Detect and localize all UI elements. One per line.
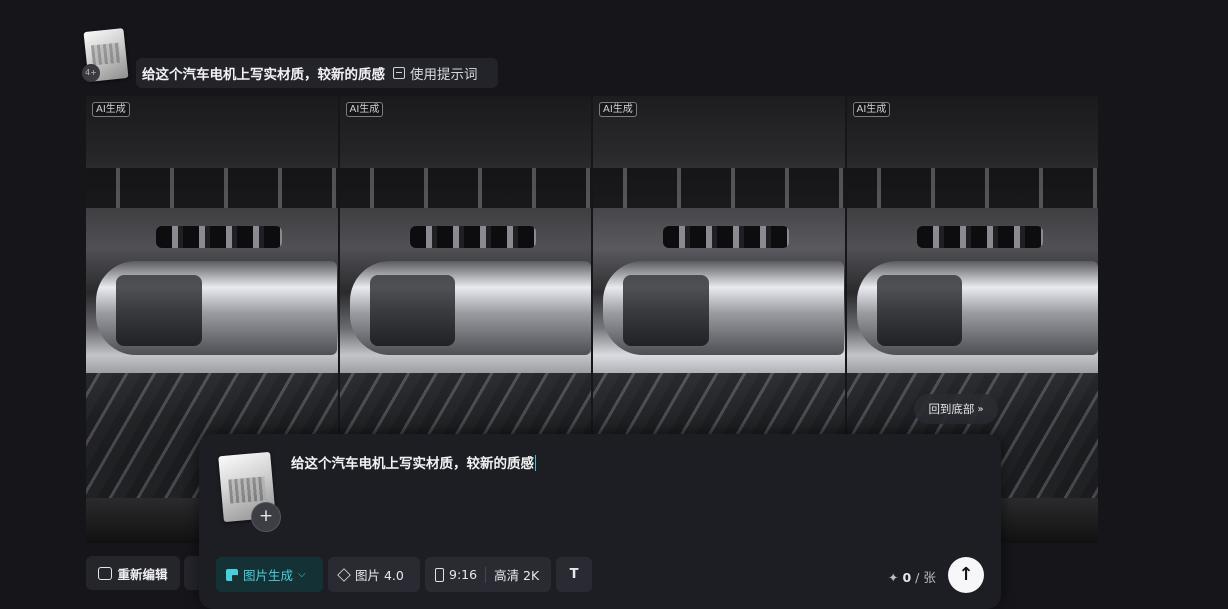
- text-size-icon: T: [569, 567, 579, 582]
- send-button[interactable]: ↑: [948, 557, 984, 593]
- image-gen-icon: [226, 568, 238, 581]
- ai-generated-tag: AI生成: [852, 102, 891, 117]
- ai-generated-tag: AI生成: [599, 102, 637, 117]
- user-reference-avatar: 4+: [82, 28, 130, 84]
- use-prompt-button[interactable]: 使用提示词: [393, 63, 478, 83]
- credits-unit: / 张: [915, 570, 936, 585]
- quality-label: 高清 2K: [494, 568, 540, 583]
- sparkle-icon: ✦: [888, 570, 899, 585]
- avatar-badge: 4+: [82, 64, 100, 82]
- prompt-bubble: 给这个汽车电机上写实材质，较新的质感 使用提示词: [136, 58, 498, 88]
- prompt-input[interactable]: 给这个汽车电机上写实材质，较新的质感: [291, 452, 536, 472]
- mode-label: 图片生成: [243, 568, 294, 583]
- credits-value: 0: [902, 570, 912, 585]
- ratio-quality-button[interactable]: 9:16 高清 2K: [425, 557, 551, 592]
- double-chevron-down-icon: »: [977, 403, 984, 415]
- prompt-icon: [393, 67, 405, 79]
- edit-icon: [98, 566, 113, 580]
- chevron-down-icon: ⌵: [298, 569, 306, 580]
- text-caret: [535, 455, 536, 471]
- portrait-ratio-icon: [435, 567, 444, 582]
- divider: [485, 566, 487, 583]
- model-label: 图片 4.0: [355, 568, 404, 583]
- credits-counter: ✦ 0 / 张: [888, 567, 936, 586]
- prompt-text: 给这个汽车电机上写实材质，较新的质感: [142, 67, 385, 83]
- ratio-label: 9:16: [449, 567, 478, 582]
- add-reference-button[interactable]: +: [251, 502, 281, 532]
- mode-select-image-generation[interactable]: 图片生成 ⌵: [216, 557, 323, 592]
- cube-icon: [337, 567, 351, 582]
- ai-generated-tag: AI生成: [345, 102, 384, 117]
- use-prompt-label: 使用提示词: [410, 67, 478, 83]
- arrow-up-icon: ↑: [958, 564, 974, 585]
- back-to-bottom-button[interactable]: 回到底部 »: [914, 394, 998, 424]
- prompt-composer: + 给这个汽车电机上写实材质，较新的质感 图片生成 ⌵ 图片 4.0 9:16 …: [199, 434, 1001, 609]
- re-edit-label: 重新编辑: [117, 566, 168, 582]
- ai-generated-tag: AI生成: [92, 102, 130, 117]
- prompt-input-value: 给这个汽车电机上写实材质，较新的质感: [291, 456, 534, 472]
- text-tool-button[interactable]: T: [556, 557, 592, 592]
- re-edit-button[interactable]: 重新编辑: [86, 556, 180, 590]
- model-select-button[interactable]: 图片 4.0: [328, 557, 420, 592]
- back-to-bottom-label: 回到底部: [928, 402, 975, 416]
